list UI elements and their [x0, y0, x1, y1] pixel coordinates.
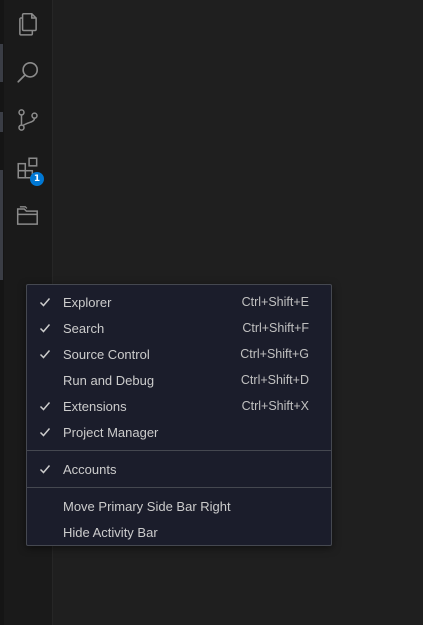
source-control-icon	[18, 109, 38, 131]
menu-item-label: Hide Activity Bar	[63, 524, 158, 540]
files-icon	[19, 12, 37, 36]
menu-item-label: Accounts	[63, 461, 117, 477]
menu-item-run-and-debug[interactable]: Run and Debug Ctrl+Shift+D	[27, 367, 331, 393]
menu-item-label: Run and Debug	[63, 372, 155, 388]
checkmark-icon	[27, 348, 63, 360]
activity-project-manager[interactable]	[4, 192, 52, 240]
menu-item-shortcut: Ctrl+Shift+X	[241, 399, 309, 413]
menu-item-shortcut: Ctrl+Shift+F	[242, 321, 309, 335]
activity-extensions[interactable]: 1	[4, 144, 52, 192]
screen: 1 Explorer Ctrl+Shift+E Search Ctrl+Shif…	[0, 0, 423, 625]
menu-item-hide-activity-bar[interactable]: Hide Activity Bar	[27, 519, 331, 545]
checkmark-icon	[27, 463, 63, 475]
checkmark-icon	[27, 400, 63, 412]
menu-item-label: Extensions	[63, 398, 127, 414]
menu-separator	[27, 487, 331, 488]
menu-item-shortcut: Ctrl+Shift+D	[240, 373, 309, 387]
extensions-badge: 1	[30, 172, 44, 186]
menu-separator	[27, 450, 331, 451]
menu-item-label: Project Manager	[63, 424, 159, 440]
menu-item-explorer[interactable]: Explorer Ctrl+Shift+E	[27, 289, 331, 315]
edge-mark	[0, 170, 3, 280]
menu-item-accounts[interactable]: Accounts	[27, 456, 331, 482]
menu-item-shortcut: Ctrl+Shift+E	[241, 295, 309, 309]
edge-mark	[0, 44, 3, 82]
menu-item-label: Move Primary Side Bar Right	[63, 498, 231, 514]
activity-explorer[interactable]	[4, 0, 52, 48]
menu-item-source-control[interactable]: Source Control Ctrl+Shift+G	[27, 341, 331, 367]
checkmark-icon	[27, 296, 63, 308]
folder-icon	[16, 206, 38, 225]
activity-bar-context-menu: Explorer Ctrl+Shift+E Search Ctrl+Shift+…	[26, 284, 332, 546]
search-icon	[17, 61, 39, 83]
menu-item-shortcut: Ctrl+Shift+G	[240, 347, 309, 361]
checkmark-icon	[27, 426, 63, 438]
activity-source-control[interactable]	[4, 96, 52, 144]
activity-search[interactable]	[4, 48, 52, 96]
menu-item-search[interactable]: Search Ctrl+Shift+F	[27, 315, 331, 341]
menu-item-move-side-bar-right[interactable]: Move Primary Side Bar Right	[27, 493, 331, 519]
edge-mark	[0, 112, 3, 132]
menu-item-label: Search	[63, 320, 105, 336]
checkmark-icon	[27, 322, 63, 334]
menu-item-project-manager[interactable]: Project Manager	[27, 419, 331, 445]
menu-item-label: Explorer	[63, 294, 112, 310]
menu-item-extensions[interactable]: Extensions Ctrl+Shift+X	[27, 393, 331, 419]
menu-item-label: Source Control	[63, 346, 150, 362]
